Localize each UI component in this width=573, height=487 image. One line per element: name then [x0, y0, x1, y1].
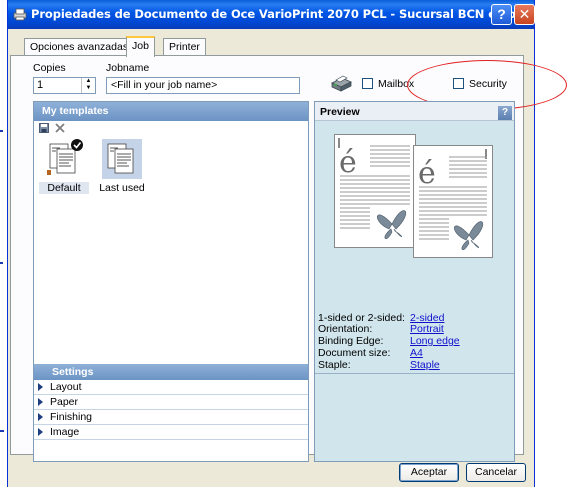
- preview-divider: [315, 373, 514, 374]
- templates-header: My templates: [34, 102, 308, 121]
- prop-staple-link[interactable]: Staple: [410, 359, 440, 371]
- close-icon: ✕: [518, 6, 531, 22]
- jobname-label: Jobname: [106, 62, 150, 74]
- help-button[interactable]: ?: [491, 4, 512, 25]
- prop-orientation-link[interactable]: Portrait: [410, 323, 444, 335]
- template-last-used[interactable]: Last used: [97, 139, 147, 194]
- expand-arrow-icon: [38, 413, 43, 421]
- background-artifact: [0, 430, 4, 432]
- template-name: Default: [39, 182, 89, 194]
- settings-item-layout[interactable]: Layout: [34, 380, 308, 395]
- copies-arrows[interactable]: ▲ ▼: [81, 78, 95, 93]
- save-template-icon[interactable]: [39, 123, 49, 133]
- ok-button[interactable]: Aceptar: [399, 463, 459, 482]
- butterfly-icon: [377, 210, 406, 239]
- settings-item-image[interactable]: Image: [34, 425, 308, 440]
- background-artifact: [0, 262, 3, 264]
- preview-help-icon[interactable]: ?: [498, 106, 512, 120]
- cancel-button[interactable]: Cancelar: [466, 463, 526, 482]
- prop-size-label: Document size:: [318, 347, 391, 359]
- expand-arrow-icon: [38, 428, 43, 436]
- preview-page-back-art: [419, 149, 487, 250]
- printer-icon: [331, 75, 352, 92]
- document-icon: [47, 139, 83, 175]
- copies-value: 1: [37, 79, 44, 91]
- preview-header: Preview: [320, 106, 360, 118]
- template-thumbnail: [102, 139, 142, 179]
- help-icon: ?: [497, 6, 506, 22]
- butterfly-icon: [454, 221, 483, 250]
- template-name: Last used: [99, 182, 145, 194]
- prop-orientation-label: Orientation:: [318, 323, 373, 335]
- prop-binding-link[interactable]: Long edge: [410, 335, 460, 347]
- arrow-down-icon[interactable]: ▼: [82, 85, 95, 92]
- expand-arrow-icon: [38, 383, 43, 391]
- expand-arrow-icon: [38, 398, 43, 406]
- prop-size-link[interactable]: A4: [410, 347, 423, 359]
- preview-page-front-art: [338, 138, 410, 239]
- document-icon: [107, 143, 134, 174]
- tab-printer[interactable]: Printer: [163, 38, 206, 56]
- settings-item-finishing[interactable]: Finishing: [34, 410, 308, 425]
- jobname-input[interactable]: <Fill in your job name>: [106, 77, 300, 94]
- background-artifact: [0, 130, 3, 132]
- tab-job[interactable]: Job: [126, 36, 155, 57]
- settings-item-paper[interactable]: Paper: [34, 395, 308, 410]
- settings-item-label: Layout: [50, 381, 82, 393]
- close-button[interactable]: ✕: [514, 4, 535, 25]
- printer-app-icon: [13, 8, 27, 21]
- settings-item-label: Image: [50, 426, 80, 438]
- delete-template-icon[interactable]: [55, 123, 65, 133]
- template-thumbnail: [44, 139, 84, 179]
- copies-label: Copies: [33, 62, 66, 74]
- prop-staple-label: Staple:: [318, 359, 351, 371]
- title-bar[interactable]: Propiedades de Documento de Oce VarioPri…: [8, 0, 572, 29]
- mailbox-checkbox[interactable]: [362, 78, 373, 89]
- prop-binding-label: Binding Edge:: [318, 335, 384, 347]
- settings-item-label: Finishing: [50, 411, 93, 423]
- tab-opciones-avanzadas[interactable]: Opciones avanzadas: [24, 38, 135, 56]
- settings-header: Settings: [34, 364, 308, 380]
- settings-item-label: Paper: [50, 396, 79, 408]
- copies-stepper[interactable]: 1 ▲ ▼: [33, 77, 96, 94]
- arrow-up-icon[interactable]: ▲: [82, 78, 95, 85]
- template-default[interactable]: Default: [39, 139, 89, 194]
